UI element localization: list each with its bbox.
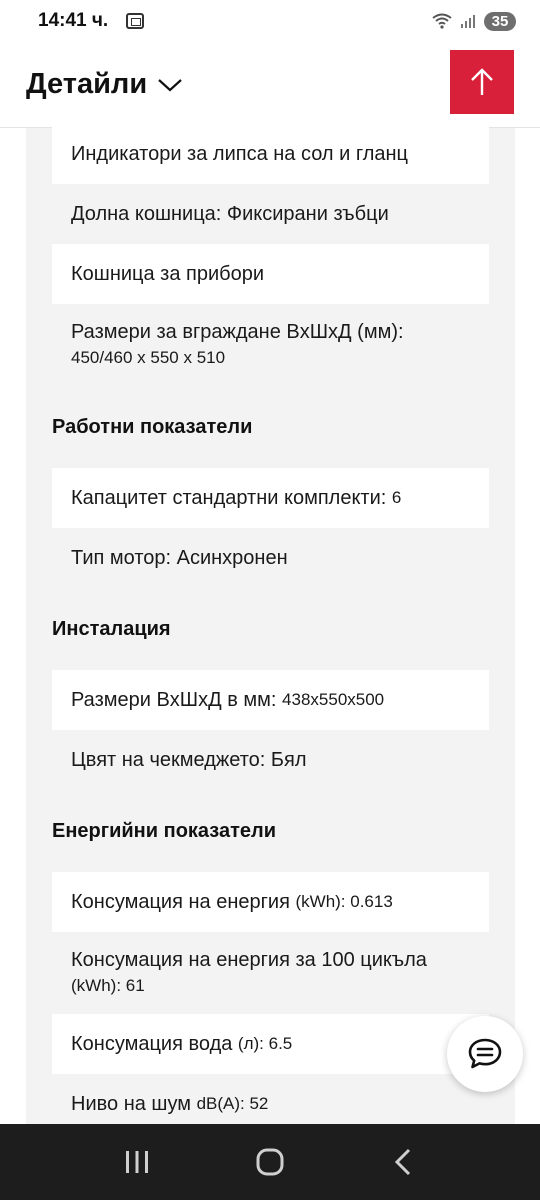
- chat-button[interactable]: [447, 1016, 523, 1092]
- spec-value: 438x550x500: [282, 690, 385, 709]
- home-button[interactable]: [250, 1142, 290, 1182]
- signal-icon: [461, 15, 475, 28]
- scroll-top-button[interactable]: [450, 50, 514, 114]
- navigation-bar: [0, 1124, 540, 1200]
- spec-row: Кошница за прибори: [52, 244, 489, 304]
- spec-value: dB(A): 52: [196, 1094, 269, 1113]
- back-button[interactable]: [383, 1142, 423, 1182]
- spec-label: Размери за вграждане ВxШxД (мм):: [71, 321, 404, 343]
- wifi-icon: [432, 13, 452, 29]
- spec-value: (kWh): 61: [71, 976, 145, 995]
- spec-label: Размери ВxШxД в мм:: [71, 689, 277, 711]
- section-title: Работни показатели: [52, 415, 253, 438]
- spec-value: (kWh): 0.613: [295, 892, 393, 911]
- status-time: 14:41 ч.: [38, 10, 109, 31]
- spec-row: Цвят на чекмеджето: Бял: [52, 730, 489, 790]
- spec-value: 6: [391, 488, 402, 507]
- spec-label: Консумация вода: [71, 1033, 233, 1055]
- spec-row: Консумация вода (л): 6.5: [52, 1014, 489, 1074]
- spec-row: Капацитет стандартни комплекти: 6: [52, 468, 489, 528]
- section-title: Инсталация: [52, 617, 171, 640]
- page-title[interactable]: Детайли: [26, 68, 147, 101]
- screenshot-icon: [126, 13, 145, 29]
- spec-row: Долна кошница: Фиксирани зъбци: [52, 184, 489, 244]
- spec-label: Консумация на енергия: [71, 891, 290, 913]
- chevron-down-icon[interactable]: [157, 77, 183, 93]
- status-right: 35: [432, 11, 516, 31]
- home-icon: [256, 1148, 284, 1176]
- spec-row: Размери за вграждане ВxШxД (мм): 450/460…: [52, 304, 489, 386]
- spec-label: Индикатори за липса на сол и гланц: [71, 143, 408, 165]
- header: Детайли: [0, 42, 540, 128]
- spec-label: Капацитет стандартни комплекти:: [71, 487, 387, 509]
- section-title: Енергийни показатели: [52, 819, 277, 842]
- status-bar: 14:41 ч. 35: [0, 0, 540, 42]
- spec-row: Размери ВxШxД в мм: 438x550x500: [52, 670, 489, 730]
- spec-value: (л): 6.5: [237, 1034, 293, 1053]
- battery-badge: 35: [484, 11, 516, 31]
- spec-row: Консумация на енергия за 100 цикъла (kWh…: [52, 932, 489, 1014]
- arrow-up-icon: [471, 68, 493, 95]
- spec-row: Тип мотор: Асинхронен: [52, 528, 489, 588]
- back-icon: [395, 1148, 411, 1176]
- chat-bubble-icon: [468, 1038, 502, 1069]
- spec-row: Индикатори за липса на сол и гланц: [52, 124, 489, 184]
- recent-apps-icon: [125, 1151, 148, 1173]
- spec-label: Ниво на шум: [71, 1093, 191, 1115]
- spec-label: Кошница за прибори: [71, 263, 265, 285]
- spec-label: Консумация на енергия за 100 цикъла: [71, 949, 427, 971]
- details-list: Индикатори за липса на сол и гланц Долна…: [52, 124, 489, 1134]
- spec-label: Цвят на чекмеджето: Бял: [71, 749, 307, 771]
- spec-value: 450/460 x 550 x 510: [71, 348, 226, 367]
- spec-label: Долна кошница: Фиксирани зъбци: [71, 203, 389, 225]
- spec-row: Консумация на енергия (kWh): 0.613: [52, 872, 489, 932]
- spec-label: Тип мотор: Асинхронен: [71, 547, 288, 569]
- recent-apps-button[interactable]: [117, 1142, 157, 1182]
